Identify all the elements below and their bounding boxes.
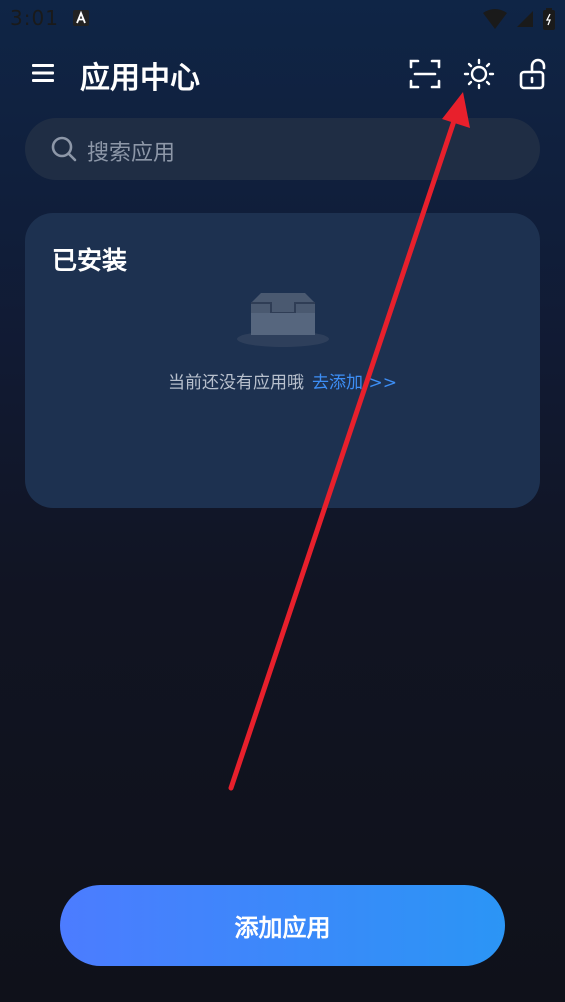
signal-icon [515,9,535,33]
page-title: 应用中心 [80,61,200,96]
app-bar: 应用中心 [0,50,565,100]
brightness-icon[interactable] [463,58,495,90]
search-placeholder: 搜索应用 [87,141,176,166]
app-notification-icon [73,10,89,26]
status-bar: 3:01 [0,0,565,36]
empty-box-icon [237,289,329,349]
unlock-icon[interactable] [517,58,549,90]
installed-card: 已安装 当前还没有应用哦 去添加 >> [25,213,540,508]
wifi-icon [483,9,507,33]
empty-text: 当前还没有应用哦 [168,373,305,393]
scan-icon[interactable] [409,58,441,90]
search-icon [51,136,77,162]
search-input[interactable]: 搜索应用 [25,118,540,180]
menu-icon[interactable] [32,62,56,84]
add-app-button[interactable]: 添加应用 [60,885,505,966]
status-time: 3:01 [10,6,59,30]
empty-state: 当前还没有应用哦 去添加 >> [25,368,540,393]
add-link[interactable]: 去添加 >> [312,373,397,393]
battery-icon [543,8,555,34]
installed-title: 已安装 [52,246,128,275]
